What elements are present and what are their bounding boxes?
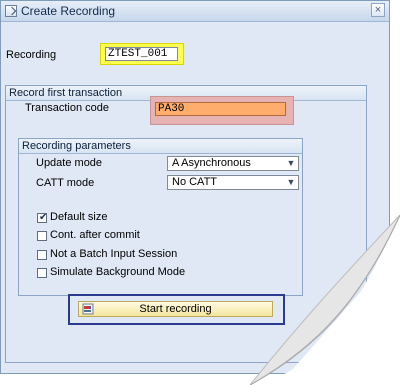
edit-icon xyxy=(5,5,17,17)
update-mode-value: A Asynchronous xyxy=(172,157,251,169)
recording-icon xyxy=(82,303,94,315)
start-recording-label: Start recording xyxy=(139,303,212,315)
not-batch-input-session-checkbox[interactable] xyxy=(37,250,47,260)
chevron-down-icon: ▼ xyxy=(286,177,296,187)
default-size-checkbox[interactable]: ✔ xyxy=(37,213,47,223)
catt-mode-label: CATT mode xyxy=(36,177,95,189)
start-recording-button[interactable]: Start recording xyxy=(78,301,273,317)
screenshot-stage: Create Recording × Recording ZTEST_001 R… xyxy=(0,0,400,385)
checkmark-icon: ✔ xyxy=(39,212,48,223)
simulate-background-mode-label: Simulate Background Mode xyxy=(50,266,186,278)
start-recording-highlight: Start recording xyxy=(68,294,285,325)
transaction-code-input[interactable]: PA30 xyxy=(155,102,286,116)
transaction-code-label: Transaction code xyxy=(25,102,109,114)
recording-input[interactable]: ZTEST_001 xyxy=(105,47,178,61)
update-mode-select[interactable]: A Asynchronous ▼ xyxy=(167,156,299,171)
catt-mode-select[interactable]: No CATT ▼ xyxy=(167,175,299,190)
transaction-code-highlight: PA30 xyxy=(150,96,294,125)
recording-label: Recording xyxy=(6,49,57,61)
recording-parameters-group: Recording parameters Update mode A Async… xyxy=(18,138,303,296)
close-button[interactable]: × xyxy=(371,3,385,17)
create-recording-dialog: Create Recording × Recording ZTEST_001 R… xyxy=(0,0,390,374)
catt-mode-value: No CATT xyxy=(172,176,218,188)
update-mode-label: Update mode xyxy=(36,157,103,169)
simulate-background-mode-checkbox[interactable] xyxy=(37,268,47,278)
cont-after-commit-checkbox[interactable] xyxy=(37,231,47,241)
record-first-transaction-title: Record first transaction xyxy=(9,87,123,99)
recording-parameters-header: Recording parameters xyxy=(19,139,302,154)
window-title: Create Recording xyxy=(21,4,116,18)
recording-highlight: ZTEST_001 xyxy=(100,43,184,65)
not-batch-input-session-label: Not a Batch Input Session xyxy=(50,248,178,260)
cont-after-commit-label: Cont. after commit xyxy=(50,229,140,241)
recording-parameters-title: Recording parameters xyxy=(22,140,131,152)
title-bar: Create Recording × xyxy=(1,1,389,22)
default-size-label: Default size xyxy=(50,211,108,223)
chevron-down-icon: ▼ xyxy=(286,158,296,168)
